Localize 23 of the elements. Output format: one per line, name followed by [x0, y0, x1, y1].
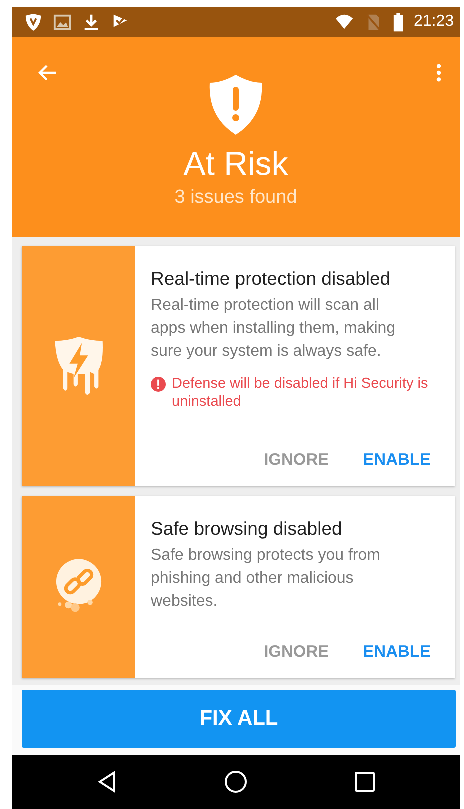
status-time: 21:23: [414, 13, 454, 31]
image-icon: [53, 12, 72, 32]
download-icon: [82, 12, 101, 32]
issue-description: Real-time protection will scan all apps when installing them, making sure your system is always safe.: [151, 296, 397, 362]
issue-description: Safe browsing protects you from phishing and other malicious websites.: [151, 546, 382, 612]
shield-icon: [24, 12, 43, 32]
enable-button[interactable]: ENABLE: [357, 447, 437, 474]
home-icon[interactable]: [224, 770, 248, 794]
ignore-button[interactable]: IGNORE: [258, 639, 336, 666]
recents-icon[interactable]: [353, 770, 378, 794]
status-title: At Risk: [184, 145, 288, 183]
wifi-icon: [334, 12, 354, 32]
ignore-button[interactable]: IGNORE: [258, 447, 336, 474]
issue-title: Real-time protection disabled: [151, 268, 392, 290]
battery-icon: [392, 12, 404, 32]
issue-title: Safe browsing disabled: [151, 518, 344, 540]
melting-shield-bolt-icon: [52, 337, 104, 395]
fix-all-button[interactable]: FIX ALL: [22, 690, 456, 748]
enable-button[interactable]: ENABLE: [357, 639, 437, 666]
alert-icon: [151, 377, 166, 392]
shield-warning-icon: [208, 75, 264, 135]
warning-text: Defense will be disabled if Hi Security is uninstalled: [172, 375, 430, 411]
issues-count: 3 issues found: [174, 187, 298, 209]
